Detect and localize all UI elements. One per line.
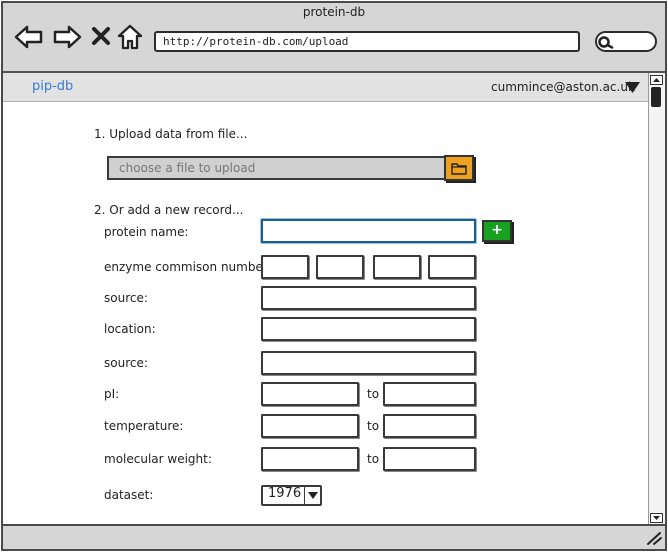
dataset-label: dataset:: [104, 488, 154, 502]
vertical-scrollbar[interactable]: [648, 73, 665, 525]
stop-x-icon[interactable]: [91, 26, 111, 46]
protein-name-input[interactable]: [261, 219, 476, 243]
resize-grip-icon[interactable]: [645, 530, 663, 546]
home-icon[interactable]: [117, 23, 143, 50]
dataset-selected-value: 1976: [268, 486, 302, 501]
temperature-label: temperature:: [104, 419, 184, 433]
pi-max-input[interactable]: [383, 382, 476, 406]
folder-icon: [451, 163, 467, 175]
url-input[interactable]: http://protein-db.com/upload: [154, 31, 580, 52]
location-label: location:: [104, 322, 156, 336]
temperature-range-separator: to: [367, 419, 380, 433]
location-input[interactable]: [261, 317, 476, 341]
molecular-weight-max-input[interactable]: [383, 447, 476, 471]
molecular-weight-label: molecular weight:: [104, 452, 212, 466]
molecular-weight-min-input[interactable]: [261, 447, 359, 471]
enzyme-number-part-2-input[interactable]: [316, 255, 364, 279]
user-menu-chevron-down-icon[interactable]: [625, 82, 640, 93]
dropdown-arrow-icon: [308, 492, 318, 499]
add-record-button[interactable]: +: [482, 220, 512, 242]
forward-arrow-icon[interactable]: [52, 24, 82, 50]
source-2-input[interactable]: [261, 351, 476, 375]
pi-min-input[interactable]: [261, 382, 359, 406]
pi-range-separator: to: [367, 387, 380, 401]
protein-name-label: protein name:: [104, 225, 189, 239]
enzyme-number-label: enzyme commison number:: [104, 260, 272, 274]
enzyme-number-part-3-input[interactable]: [373, 255, 421, 279]
search-icon: [598, 36, 614, 49]
window-title: protein-db: [302, 5, 366, 19]
temperature-min-input[interactable]: [261, 414, 359, 438]
pi-label: pI:: [104, 387, 120, 401]
record-section-heading: 2. Or add a new record...: [94, 203, 244, 217]
upload-section-heading: 1. Upload data from file...: [94, 127, 248, 141]
temperature-max-input[interactable]: [383, 414, 476, 438]
status-bar: [3, 524, 665, 549]
source-input[interactable]: [261, 286, 476, 310]
scroll-thumb[interactable]: [651, 87, 661, 107]
dataset-dropdown-button[interactable]: [304, 487, 320, 504]
brand-link[interactable]: pip-db: [32, 79, 73, 94]
file-upload-field[interactable]: choose a file to upload: [107, 156, 447, 180]
scroll-up-arrow-icon[interactable]: [650, 75, 663, 85]
browse-file-button[interactable]: [444, 155, 474, 181]
enzyme-number-part-1-input[interactable]: [261, 255, 309, 279]
molecular-weight-range-separator: to: [367, 452, 380, 466]
source-2-label: source:: [104, 356, 148, 370]
enzyme-number-part-4-input[interactable]: [428, 255, 476, 279]
back-arrow-icon[interactable]: [14, 24, 44, 50]
source-label: source:: [104, 291, 148, 305]
scroll-down-arrow-icon[interactable]: [650, 513, 663, 523]
user-email[interactable]: cummince@aston.ac.uk: [491, 80, 635, 94]
